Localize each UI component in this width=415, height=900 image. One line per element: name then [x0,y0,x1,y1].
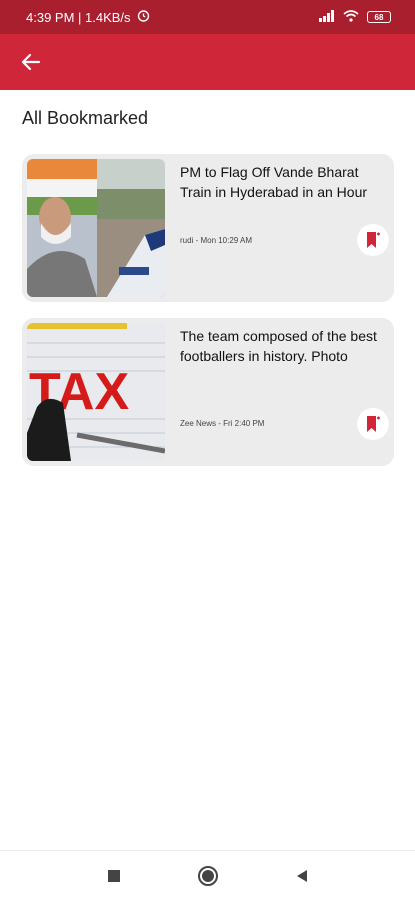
triangle-back-icon [296,869,307,882]
back-button[interactable] [18,49,44,75]
recents-button[interactable] [102,864,126,888]
status-right: 68 [319,9,391,25]
article-card[interactable]: TAX The team composed of the best footba… [22,318,394,466]
wifi-icon [343,9,359,25]
bookmark-icon [367,232,380,248]
bookmark-button[interactable] [357,224,389,256]
app-bar [0,34,415,90]
arrow-left-icon [21,53,41,71]
home-button[interactable] [196,864,220,888]
bookmark-button[interactable] [357,408,389,440]
article-meta: rudi - Mon 10:29 AM [180,236,253,245]
page-title: All Bookmarked [22,108,149,128]
article-thumbnail [27,159,165,297]
article-meta: Zee News - Fri 2:40 PM [180,419,265,428]
article-thumbnail: TAX [27,323,165,461]
status-left: 4:39 PM | 1.4KB/s [26,9,150,25]
square-recents-icon [107,869,120,882]
battery-icon: 68 [367,11,391,23]
alarm-icon [137,9,150,25]
circle-home-icon [197,865,218,886]
signal-icon [319,9,335,25]
nav-back-button[interactable] [290,864,314,888]
status-bar: 4:39 PM | 1.4KB/s 68 [0,0,415,34]
article-headline[interactable]: PM to Flag Off Vande Bharat Train in Hyd… [180,162,390,202]
system-nav-bar [0,850,415,900]
article-card[interactable]: PM to Flag Off Vande Bharat Train in Hyd… [22,154,394,302]
bookmark-icon [367,416,380,432]
status-time-speed: 4:39 PM | 1.4KB/s [26,9,131,25]
article-headline[interactable]: The team composed of the best footballer… [180,326,390,366]
